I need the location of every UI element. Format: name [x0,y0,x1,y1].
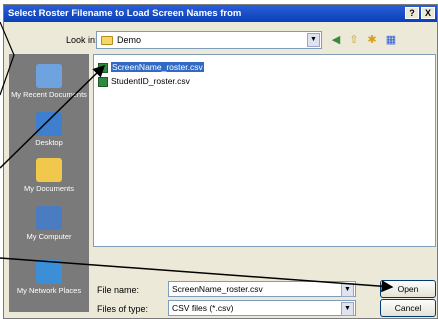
close-button[interactable]: X [421,7,435,19]
back-icon[interactable]: ◀ [329,33,343,47]
place-label: My Computer [26,232,72,241]
look-in-value: Demo [117,35,142,45]
file-item-screenname-roster[interactable]: ScreenName_roster.csv [98,61,204,73]
file-list[interactable]: ScreenName_roster.csv StudentID_roster.c… [93,54,436,247]
place-label: My Recent Documents [11,90,87,99]
chevron-down-icon[interactable]: ▼ [341,302,354,316]
my-computer-icon [36,206,62,230]
place-label: My Documents [23,184,74,193]
network-places-icon [36,260,62,284]
place-label: Desktop [35,138,63,147]
places-bar: My Recent Documents Desktop My Documents… [9,54,89,312]
file-name-value: ScreenName_roster.csv [172,284,263,294]
chevron-down-icon[interactable]: ▼ [341,283,354,297]
desktop-icon [36,112,62,136]
file-type-select[interactable]: CSV files (*.csv) ▼ [168,300,356,316]
file-name: ScreenName_roster.csv [111,62,204,72]
place-my-documents[interactable]: My Documents [9,158,89,193]
csv-file-icon [98,76,108,87]
place-my-network-places[interactable]: My Network Places [9,260,89,295]
place-my-recent-documents[interactable]: My Recent Documents [9,64,89,99]
place-my-computer[interactable]: My Computer [9,206,89,241]
recent-documents-icon [36,64,62,88]
up-folder-icon[interactable]: ⇧ [347,33,361,47]
help-button[interactable]: ? [405,7,419,19]
chevron-down-icon[interactable]: ▼ [307,33,320,47]
new-folder-icon[interactable]: ✱ [365,33,379,47]
csv-file-icon [98,62,108,73]
views-menu-icon[interactable]: ▦ [384,33,398,47]
place-label: My Network Places [16,286,82,295]
file-name: StudentID_roster.csv [111,76,190,86]
look-in-label: Look in: [66,35,98,45]
file-name-input[interactable]: ScreenName_roster.csv ▼ [168,281,356,297]
open-button[interactable]: Open [380,280,436,298]
open-file-dialog: Select Roster Filename to Load Screen Na… [3,4,438,319]
my-documents-icon [36,158,62,182]
file-type-label: Files of type: [97,304,149,314]
dialog-title-bar[interactable]: Select Roster Filename to Load Screen Na… [4,5,437,22]
cancel-button[interactable]: Cancel [380,299,436,317]
file-type-value: CSV files (*.csv) [172,303,234,313]
file-item-studentid-roster[interactable]: StudentID_roster.csv [98,75,190,87]
place-desktop[interactable]: Desktop [9,112,89,147]
dialog-title: Select Roster Filename to Load Screen Na… [8,8,242,19]
folder-icon [101,36,113,45]
look-in-select[interactable]: Demo ▼ [96,31,322,49]
file-name-label: File name: [97,285,140,295]
